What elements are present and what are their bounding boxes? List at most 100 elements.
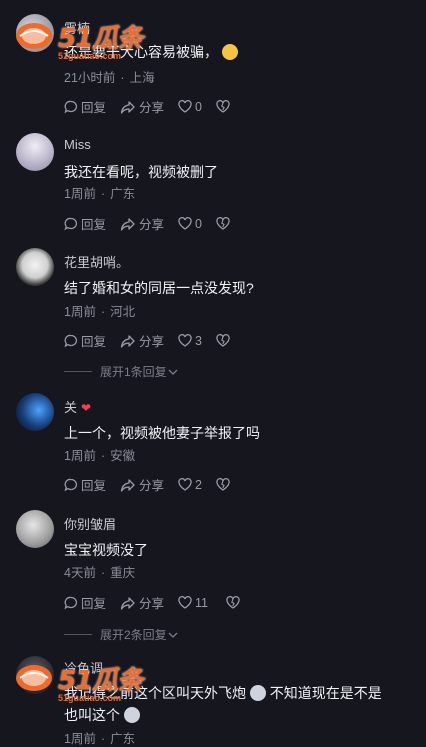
broken-heart-icon [216,334,230,347]
comment-time: 1周前 [64,305,96,319]
comment-meta: 4天前 · 重庆 [64,566,136,580]
reply-label: 回复 [81,335,107,349]
like-button[interactable]: 0 [178,217,202,231]
heart-icon [178,217,192,230]
comment-location: 广东 [110,187,136,201]
reply-button[interactable]: 回复 [64,97,106,116]
reply-button[interactable]: 回复 [64,593,106,612]
comment-location: 河北 [110,305,136,319]
melon-logo-icon [16,23,52,49]
like-button[interactable]: 2 [178,478,202,492]
like-count: 3 [195,333,202,348]
reply-label: 回复 [81,101,107,115]
comment-actions: 回复 分享 2 [64,475,247,494]
comment-text: 上一个，视频被他妻子举报了吗 [64,425,260,441]
avatar[interactable] [16,133,54,171]
comment-author[interactable]: Miss [64,137,91,152]
reply-button[interactable]: 回复 [64,214,106,233]
comment-time: 4天前 [64,566,96,580]
avatar[interactable] [16,393,54,431]
comment-meta: 21小时前 · 上海 [64,71,155,85]
heart-icon [178,100,192,113]
share-label: 分享 [139,101,165,115]
comment-text: 我还在看呢，视频被删了 [64,164,218,180]
reply-icon [64,334,78,347]
comment-actions: 回复 分享 3 [64,331,247,350]
expand-replies-label: 展开1条回复 [100,365,167,379]
watermark-brand: 51瓜条 [58,666,143,696]
reply-icon [64,478,78,491]
share-icon [120,100,135,114]
expand-replies-button[interactable]: 展开2条回复 [64,626,179,643]
comment-meta: 1周前 · 安徽 [64,449,136,463]
like-count: 2 [195,477,202,492]
reply-button[interactable]: 回复 [64,475,106,494]
watermark-url: 51guatiao.com [58,51,122,61]
watermark-brand: 51瓜条 [58,24,143,54]
reply-label: 回复 [81,218,107,232]
avatar[interactable] [16,510,54,548]
comment-meta: 1周前 · 广东 [64,187,136,201]
share-icon [120,334,135,348]
broken-heart-icon [226,596,240,609]
like-button[interactable]: 0 [178,100,202,114]
dislike-button[interactable] [216,334,233,347]
share-button[interactable]: 分享 [120,475,164,494]
comment-time: 1周前 [64,732,96,746]
dislike-button[interactable] [216,478,233,491]
like-button[interactable]: 3 [178,334,202,348]
dislike-button[interactable] [226,596,243,609]
like-count: 11 [195,595,209,610]
share-button[interactable]: 分享 [120,331,164,350]
comment-location: 上海 [129,71,155,85]
reply-button[interactable]: 回复 [64,331,106,350]
emoji-icon [221,44,238,60]
comment-actions: 回复 分享 0 [64,214,247,233]
share-button[interactable]: 分享 [120,214,164,233]
share-label: 分享 [139,335,165,349]
expand-replies-button[interactable]: 展开1条回复 [64,363,179,380]
comment-text-continued: 也叫这个 [64,705,140,725]
share-icon [120,596,135,610]
comment-location: 重庆 [110,566,136,580]
reply-label: 回复 [81,597,107,611]
comment-author[interactable]: 你别皱眉 [64,514,116,533]
heart-icon [178,478,192,491]
emoji-icon [123,707,140,723]
share-label: 分享 [139,597,165,611]
watermark-url: 51guatiao.com [58,693,122,703]
comment-text: 宝宝视频没了 [64,542,148,558]
divider-line [64,371,92,372]
reply-label: 回复 [81,479,107,493]
divider-line [64,634,92,635]
emoji-icon [249,685,266,701]
heart-icon [178,596,192,609]
comment-actions: 回复 分享 0 [64,97,247,116]
comment-author[interactable]: 关 ❤ [64,397,91,416]
dislike-button[interactable] [216,100,233,113]
avatar[interactable] [16,248,54,286]
reply-icon [64,217,78,230]
broken-heart-icon [216,478,230,491]
chevron-down-icon [168,369,178,375]
like-button[interactable]: 11 [178,596,208,610]
broken-heart-icon [216,217,230,230]
comment-text: 结了婚和女的同居一点没发现? [64,280,254,296]
share-button[interactable]: 分享 [120,97,164,116]
comment-time: 1周前 [64,449,96,463]
chevron-down-icon [168,632,178,638]
expand-replies-label: 展开2条回复 [100,628,167,642]
comment-time: 21小时前 [64,71,116,85]
like-count: 0 [195,99,202,114]
reply-icon [64,596,78,609]
like-count: 0 [195,216,202,231]
watermark-logo: 51瓜条 51guatiao.com [14,660,143,703]
melon-logo-icon [16,665,52,691]
comment-meta: 1周前 · 河北 [64,305,136,319]
share-icon [120,478,135,492]
share-button[interactable]: 分享 [120,593,164,612]
comment-location: 安徽 [110,449,136,463]
share-icon [120,217,135,231]
comment-author[interactable]: 花里胡哨。 [64,252,129,271]
dislike-button[interactable] [216,217,233,230]
